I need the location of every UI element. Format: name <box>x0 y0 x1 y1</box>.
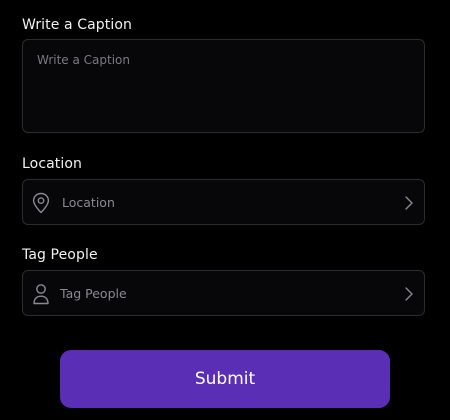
tag-people-field[interactable]: Tag People <box>22 270 425 316</box>
person-icon <box>33 284 49 305</box>
chevron-right-icon <box>405 196 413 210</box>
tag-people-label: Tag People <box>22 247 98 263</box>
tag-people-placeholder: Tag People <box>60 285 127 301</box>
location-placeholder: Location <box>62 194 115 210</box>
location-label: Location <box>22 156 83 172</box>
caption-input[interactable] <box>22 39 425 133</box>
caption-label: Write a Caption <box>22 17 132 33</box>
location-field[interactable]: Location <box>22 179 425 225</box>
submit-button[interactable]: Submit <box>60 350 390 408</box>
map-pin-icon <box>32 192 50 214</box>
chevron-right-icon <box>405 287 413 301</box>
